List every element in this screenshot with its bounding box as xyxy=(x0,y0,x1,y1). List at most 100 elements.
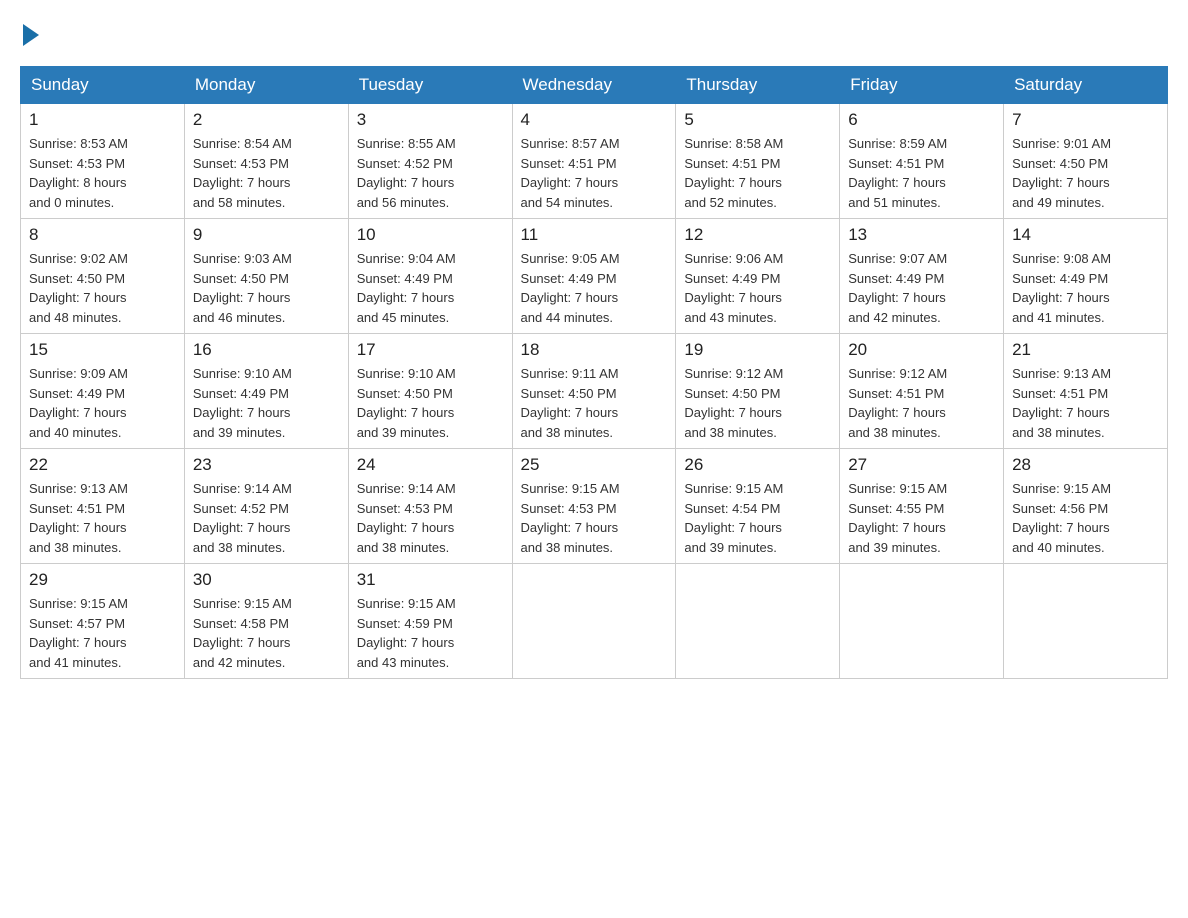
calendar-cell: 19 Sunrise: 9:12 AMSunset: 4:50 PMDaylig… xyxy=(676,334,840,449)
day-info: Sunrise: 8:58 AMSunset: 4:51 PMDaylight:… xyxy=(684,136,783,210)
weekday-header-monday: Monday xyxy=(184,67,348,104)
day-info: Sunrise: 9:12 AMSunset: 4:50 PMDaylight:… xyxy=(684,366,783,440)
calendar-cell: 28 Sunrise: 9:15 AMSunset: 4:56 PMDaylig… xyxy=(1004,449,1168,564)
calendar-week-row: 15 Sunrise: 9:09 AMSunset: 4:49 PMDaylig… xyxy=(21,334,1168,449)
calendar-cell xyxy=(1004,564,1168,679)
calendar-cell: 10 Sunrise: 9:04 AMSunset: 4:49 PMDaylig… xyxy=(348,219,512,334)
day-info: Sunrise: 9:04 AMSunset: 4:49 PMDaylight:… xyxy=(357,251,456,325)
day-info: Sunrise: 9:12 AMSunset: 4:51 PMDaylight:… xyxy=(848,366,947,440)
day-info: Sunrise: 9:13 AMSunset: 4:51 PMDaylight:… xyxy=(29,481,128,555)
day-info: Sunrise: 9:03 AMSunset: 4:50 PMDaylight:… xyxy=(193,251,292,325)
day-number: 23 xyxy=(193,455,340,475)
calendar-cell: 30 Sunrise: 9:15 AMSunset: 4:58 PMDaylig… xyxy=(184,564,348,679)
calendar-cell: 9 Sunrise: 9:03 AMSunset: 4:50 PMDayligh… xyxy=(184,219,348,334)
day-number: 22 xyxy=(29,455,176,475)
calendar-cell: 16 Sunrise: 9:10 AMSunset: 4:49 PMDaylig… xyxy=(184,334,348,449)
calendar-cell: 23 Sunrise: 9:14 AMSunset: 4:52 PMDaylig… xyxy=(184,449,348,564)
day-number: 17 xyxy=(357,340,504,360)
day-number: 14 xyxy=(1012,225,1159,245)
calendar-cell: 11 Sunrise: 9:05 AMSunset: 4:49 PMDaylig… xyxy=(512,219,676,334)
day-info: Sunrise: 9:15 AMSunset: 4:54 PMDaylight:… xyxy=(684,481,783,555)
day-number: 27 xyxy=(848,455,995,475)
weekday-header-wednesday: Wednesday xyxy=(512,67,676,104)
day-number: 13 xyxy=(848,225,995,245)
day-number: 18 xyxy=(521,340,668,360)
calendar-cell xyxy=(840,564,1004,679)
day-number: 29 xyxy=(29,570,176,590)
calendar-cell: 7 Sunrise: 9:01 AMSunset: 4:50 PMDayligh… xyxy=(1004,104,1168,219)
calendar-cell: 3 Sunrise: 8:55 AMSunset: 4:52 PMDayligh… xyxy=(348,104,512,219)
day-number: 2 xyxy=(193,110,340,130)
page-header xyxy=(20,20,1168,46)
calendar-cell xyxy=(676,564,840,679)
calendar-cell: 13 Sunrise: 9:07 AMSunset: 4:49 PMDaylig… xyxy=(840,219,1004,334)
calendar-cell: 5 Sunrise: 8:58 AMSunset: 4:51 PMDayligh… xyxy=(676,104,840,219)
day-number: 28 xyxy=(1012,455,1159,475)
day-number: 24 xyxy=(357,455,504,475)
day-number: 8 xyxy=(29,225,176,245)
day-number: 10 xyxy=(357,225,504,245)
day-info: Sunrise: 9:15 AMSunset: 4:57 PMDaylight:… xyxy=(29,596,128,670)
calendar-cell: 21 Sunrise: 9:13 AMSunset: 4:51 PMDaylig… xyxy=(1004,334,1168,449)
calendar-cell: 2 Sunrise: 8:54 AMSunset: 4:53 PMDayligh… xyxy=(184,104,348,219)
weekday-header-thursday: Thursday xyxy=(676,67,840,104)
day-info: Sunrise: 8:54 AMSunset: 4:53 PMDaylight:… xyxy=(193,136,292,210)
weekday-header-row: SundayMondayTuesdayWednesdayThursdayFrid… xyxy=(21,67,1168,104)
day-info: Sunrise: 9:15 AMSunset: 4:58 PMDaylight:… xyxy=(193,596,292,670)
calendar-cell: 1 Sunrise: 8:53 AMSunset: 4:53 PMDayligh… xyxy=(21,104,185,219)
calendar-week-row: 8 Sunrise: 9:02 AMSunset: 4:50 PMDayligh… xyxy=(21,219,1168,334)
calendar-cell: 12 Sunrise: 9:06 AMSunset: 4:49 PMDaylig… xyxy=(676,219,840,334)
calendar-cell: 17 Sunrise: 9:10 AMSunset: 4:50 PMDaylig… xyxy=(348,334,512,449)
day-number: 19 xyxy=(684,340,831,360)
day-info: Sunrise: 9:14 AMSunset: 4:52 PMDaylight:… xyxy=(193,481,292,555)
day-number: 21 xyxy=(1012,340,1159,360)
weekday-header-sunday: Sunday xyxy=(21,67,185,104)
calendar-table: SundayMondayTuesdayWednesdayThursdayFrid… xyxy=(20,66,1168,679)
day-info: Sunrise: 9:15 AMSunset: 4:56 PMDaylight:… xyxy=(1012,481,1111,555)
calendar-week-row: 22 Sunrise: 9:13 AMSunset: 4:51 PMDaylig… xyxy=(21,449,1168,564)
day-info: Sunrise: 9:09 AMSunset: 4:49 PMDaylight:… xyxy=(29,366,128,440)
calendar-week-row: 1 Sunrise: 8:53 AMSunset: 4:53 PMDayligh… xyxy=(21,104,1168,219)
day-info: Sunrise: 9:15 AMSunset: 4:53 PMDaylight:… xyxy=(521,481,620,555)
day-info: Sunrise: 9:01 AMSunset: 4:50 PMDaylight:… xyxy=(1012,136,1111,210)
day-info: Sunrise: 9:15 AMSunset: 4:55 PMDaylight:… xyxy=(848,481,947,555)
calendar-cell: 22 Sunrise: 9:13 AMSunset: 4:51 PMDaylig… xyxy=(21,449,185,564)
day-info: Sunrise: 9:13 AMSunset: 4:51 PMDaylight:… xyxy=(1012,366,1111,440)
calendar-cell: 26 Sunrise: 9:15 AMSunset: 4:54 PMDaylig… xyxy=(676,449,840,564)
day-number: 15 xyxy=(29,340,176,360)
calendar-cell: 20 Sunrise: 9:12 AMSunset: 4:51 PMDaylig… xyxy=(840,334,1004,449)
calendar-cell: 29 Sunrise: 9:15 AMSunset: 4:57 PMDaylig… xyxy=(21,564,185,679)
calendar-cell xyxy=(512,564,676,679)
calendar-cell: 6 Sunrise: 8:59 AMSunset: 4:51 PMDayligh… xyxy=(840,104,1004,219)
day-info: Sunrise: 8:59 AMSunset: 4:51 PMDaylight:… xyxy=(848,136,947,210)
day-number: 31 xyxy=(357,570,504,590)
day-number: 26 xyxy=(684,455,831,475)
day-info: Sunrise: 9:02 AMSunset: 4:50 PMDaylight:… xyxy=(29,251,128,325)
day-number: 3 xyxy=(357,110,504,130)
calendar-cell: 14 Sunrise: 9:08 AMSunset: 4:49 PMDaylig… xyxy=(1004,219,1168,334)
day-info: Sunrise: 9:15 AMSunset: 4:59 PMDaylight:… xyxy=(357,596,456,670)
day-number: 30 xyxy=(193,570,340,590)
weekday-header-tuesday: Tuesday xyxy=(348,67,512,104)
day-number: 7 xyxy=(1012,110,1159,130)
weekday-header-saturday: Saturday xyxy=(1004,67,1168,104)
calendar-cell: 31 Sunrise: 9:15 AMSunset: 4:59 PMDaylig… xyxy=(348,564,512,679)
day-info: Sunrise: 8:53 AMSunset: 4:53 PMDaylight:… xyxy=(29,136,128,210)
weekday-header-friday: Friday xyxy=(840,67,1004,104)
day-number: 25 xyxy=(521,455,668,475)
day-info: Sunrise: 9:08 AMSunset: 4:49 PMDaylight:… xyxy=(1012,251,1111,325)
day-number: 12 xyxy=(684,225,831,245)
day-number: 9 xyxy=(193,225,340,245)
calendar-cell: 4 Sunrise: 8:57 AMSunset: 4:51 PMDayligh… xyxy=(512,104,676,219)
day-info: Sunrise: 9:11 AMSunset: 4:50 PMDaylight:… xyxy=(521,366,619,440)
day-info: Sunrise: 8:57 AMSunset: 4:51 PMDaylight:… xyxy=(521,136,620,210)
day-info: Sunrise: 9:06 AMSunset: 4:49 PMDaylight:… xyxy=(684,251,783,325)
calendar-cell: 18 Sunrise: 9:11 AMSunset: 4:50 PMDaylig… xyxy=(512,334,676,449)
day-number: 5 xyxy=(684,110,831,130)
logo xyxy=(20,20,39,46)
calendar-cell: 24 Sunrise: 9:14 AMSunset: 4:53 PMDaylig… xyxy=(348,449,512,564)
day-number: 4 xyxy=(521,110,668,130)
calendar-cell: 27 Sunrise: 9:15 AMSunset: 4:55 PMDaylig… xyxy=(840,449,1004,564)
day-info: Sunrise: 9:10 AMSunset: 4:50 PMDaylight:… xyxy=(357,366,456,440)
calendar-cell: 25 Sunrise: 9:15 AMSunset: 4:53 PMDaylig… xyxy=(512,449,676,564)
